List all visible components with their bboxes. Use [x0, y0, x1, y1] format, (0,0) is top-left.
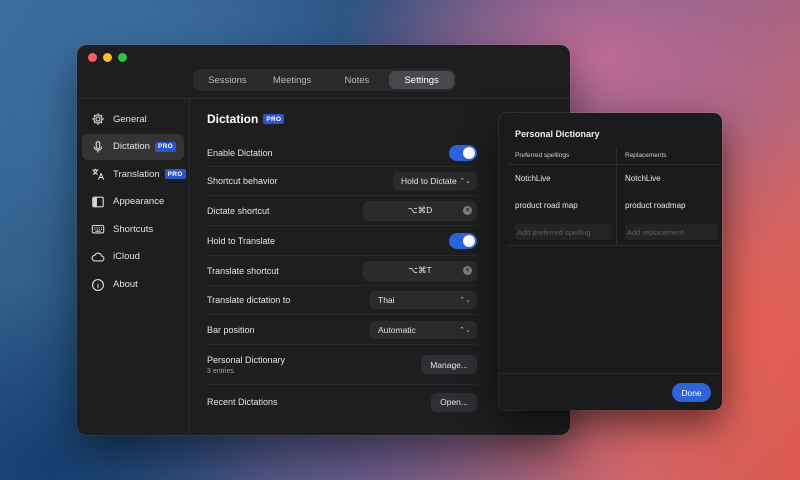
microphone-icon [93, 140, 103, 153]
title-bar: Sessions Meetings Notes Settings [77, 45, 570, 99]
row-shortcut-behavior: Shortcut behavior Hold to Dictate ⌃⌄ [207, 167, 477, 196]
row-recent-dictations: Recent Dictations Open... [207, 385, 477, 419]
replacement-cell[interactable]: product roadmap [617, 192, 722, 219]
sidebar-item-label: Appearance [113, 196, 165, 208]
sidebar-panel-icon [92, 196, 104, 208]
manage-dictionary-button[interactable]: Manage... [421, 355, 477, 374]
settings-window: Sessions Meetings Notes Settings General… [77, 45, 570, 435]
row-label: Translate shortcut [207, 265, 279, 276]
entries-count: 3 entries [207, 367, 234, 375]
replacement-input-cell: Add replacement [617, 219, 722, 246]
row-label: Enable Dictation [207, 147, 273, 158]
preferred-spelling-cell[interactable]: NotchLive [507, 165, 617, 192]
segmented-tabs: Sessions Meetings Notes Settings [193, 69, 456, 91]
row-label: Dictate shortcut [207, 205, 270, 216]
row-translate-shortcut: Translate shortcut ⌥⌘T × [207, 256, 477, 286]
minimize-window-button[interactable] [103, 53, 112, 62]
row-label: Translate dictation to [207, 295, 291, 305]
row-dictate-shortcut: Dictate shortcut ⌥⌘D × [207, 196, 477, 226]
select-value: Thai [378, 295, 395, 305]
chevron-up-down-icon: ⌃⌄ [459, 326, 471, 334]
tab-notes[interactable]: Notes [325, 71, 390, 89]
enable-dictation-toggle[interactable] [449, 144, 477, 161]
tab-meetings[interactable]: Meetings [260, 71, 325, 89]
dictate-shortcut-recorder[interactable]: ⌥⌘D × [363, 200, 477, 221]
table-row[interactable]: product road map product roadmap [507, 192, 722, 219]
sidebar-item-shortcuts[interactable]: Shortcuts [82, 216, 184, 242]
sidebar-item-about[interactable]: About [82, 272, 184, 298]
done-button[interactable]: Done [672, 383, 711, 402]
open-recent-dictations-button[interactable]: Open... [431, 392, 477, 412]
row-label: Bar position [207, 324, 255, 335]
translate-language-select[interactable]: Thai ⌃⌄ [370, 291, 477, 309]
column-header-replacement: Replacements [617, 147, 722, 165]
row-personal-dictionary: Personal Dictionary 3 entries Manage... [207, 345, 477, 385]
close-window-button[interactable] [88, 53, 97, 62]
hold-to-translate-toggle[interactable] [449, 232, 477, 249]
page-title-text: Dictation [207, 112, 259, 126]
dictionary-table: Preferred spellings Replacements NotchLi… [507, 147, 722, 246]
traffic-lights [88, 53, 127, 62]
shortcut-behavior-select[interactable]: Hold to Dictate ⌃⌄ [393, 172, 477, 190]
replacement-input[interactable]: Add replacement [625, 224, 718, 240]
pro-badge: PRO [164, 169, 186, 180]
row-bar-position: Bar position Automatic ⌃⌄ [207, 315, 477, 345]
sidebar-item-label: About [113, 279, 138, 291]
info-icon [92, 278, 104, 291]
page-title: Dictation PRO [207, 99, 477, 139]
pro-badge: PRO [263, 114, 285, 124]
row-label: Personal Dictionary [207, 354, 286, 365]
row-enable-dictation: Enable Dictation [207, 139, 477, 167]
shortcut-value: ⌥⌘T [408, 265, 432, 275]
select-value: Automatic [378, 324, 416, 335]
sheet-title: Personal Dictionary [515, 129, 600, 139]
chevron-up-down-icon: ⌃⌄ [459, 178, 471, 185]
clear-shortcut-icon[interactable]: × [463, 205, 472, 215]
new-entry-row: Add preferred spelling Add replacement [507, 219, 722, 246]
table-header: Preferred spellings Replacements [507, 147, 722, 165]
table-row[interactable]: NotchLive NotchLive [507, 165, 722, 192]
select-value: Hold to Dictate [401, 176, 457, 186]
cloud-icon [91, 252, 105, 262]
tab-sessions[interactable]: Sessions [195, 71, 260, 89]
sidebar-item-label: General [113, 113, 147, 125]
chevron-up-down-icon: ⌃⌄ [459, 297, 471, 304]
pro-badge: PRO [154, 141, 176, 152]
keyboard-icon [91, 225, 105, 234]
row-label: Hold to Translate [207, 235, 276, 246]
shortcut-value: ⌥⌘D [407, 205, 433, 215]
preferred-spelling-cell[interactable]: product road map [507, 192, 617, 219]
sidebar-item-label: Dictation [113, 141, 150, 153]
column-header-preferred: Preferred spellings [507, 147, 617, 165]
personal-dictionary-sheet: Personal Dictionary Preferred spellings … [499, 113, 722, 410]
sidebar-item-label: Translation [113, 168, 160, 180]
clear-shortcut-icon[interactable]: × [463, 265, 472, 275]
sidebar-item-label: Shortcuts [113, 223, 154, 235]
sidebar-item-dictation[interactable]: Dictation PRO [82, 133, 184, 160]
preferred-spelling-input-cell: Add preferred spelling [507, 219, 617, 246]
gear-icon [92, 113, 104, 125]
sidebar-item-general[interactable]: General [82, 106, 184, 132]
row-label: Shortcut behavior [207, 176, 278, 186]
settings-sidebar: General Dictation PRO Translation PRO Ap… [77, 99, 190, 435]
row-hold-to-translate: Hold to Translate [207, 226, 477, 256]
bar-position-select[interactable]: Automatic ⌃⌄ [370, 320, 477, 339]
row-translate-dictation-to: Translate dictation to Thai ⌃⌄ [207, 286, 477, 315]
sheet-footer: Done [499, 373, 722, 410]
sidebar-item-icloud[interactable]: iCloud [82, 244, 184, 270]
sidebar-item-translation[interactable]: Translation PRO [82, 161, 186, 187]
sidebar-item-appearance[interactable]: Appearance [82, 189, 184, 215]
sidebar-item-label: iCloud [113, 251, 140, 263]
translate-shortcut-recorder[interactable]: ⌥⌘T × [363, 260, 477, 281]
row-label-group: Personal Dictionary 3 entries [207, 355, 285, 375]
translate-icon [92, 168, 105, 181]
tab-settings[interactable]: Settings [389, 71, 454, 89]
replacement-cell[interactable]: NotchLive [617, 165, 722, 192]
settings-content: Dictation PRO Enable Dictation Shortcut … [207, 99, 477, 419]
preferred-spelling-input[interactable]: Add preferred spelling [515, 224, 612, 240]
row-label: Recent Dictations [207, 397, 278, 407]
zoom-window-button[interactable] [118, 53, 127, 62]
